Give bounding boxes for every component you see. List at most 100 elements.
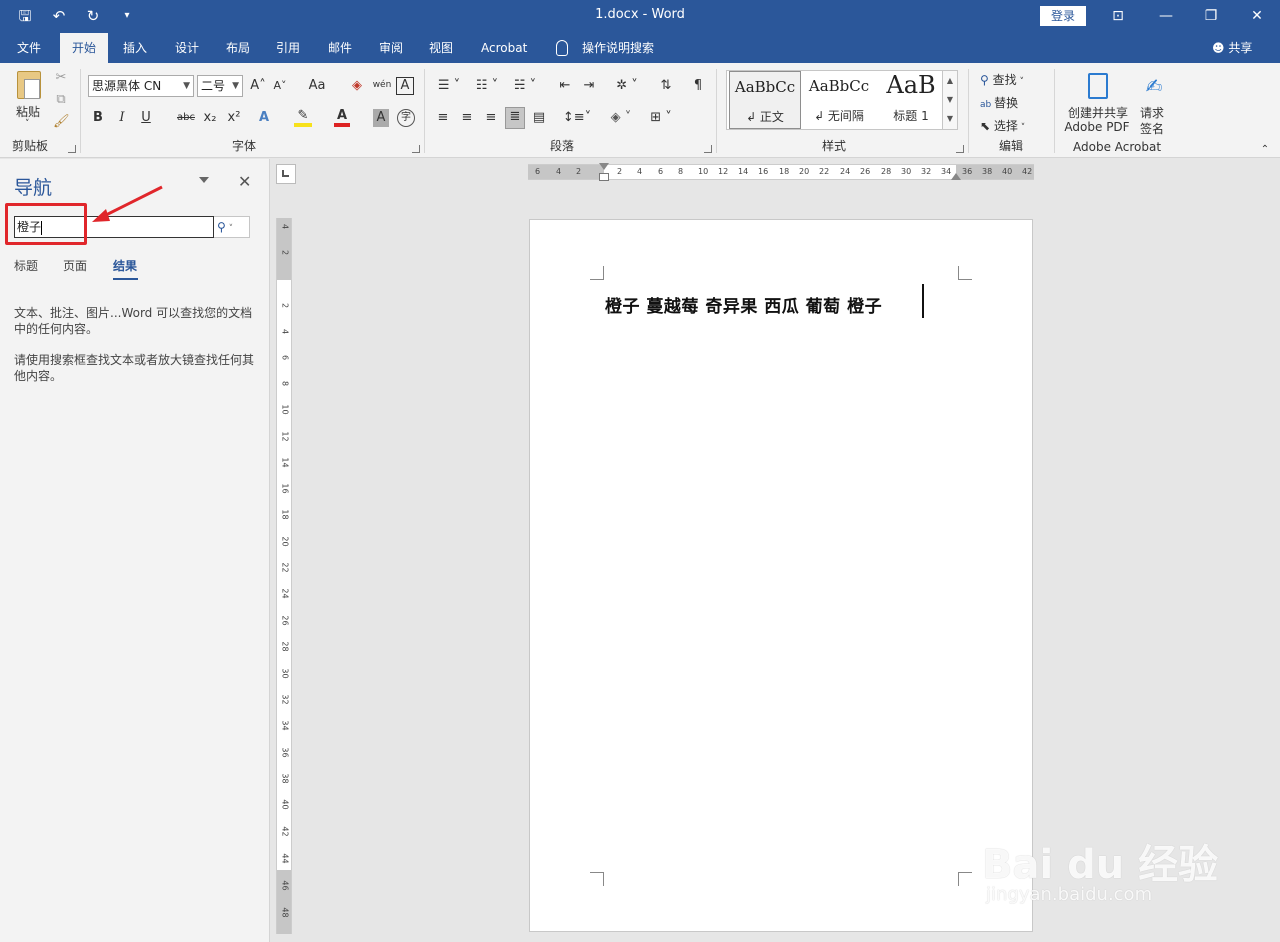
divider xyxy=(716,69,717,153)
styles-dialog-launcher[interactable] xyxy=(956,145,964,153)
tab-view[interactable]: 视图 xyxy=(417,33,465,63)
style-no-spacing[interactable]: AaBbCc ↲ 无间隔 xyxy=(803,71,875,129)
more-styles-icon[interactable]: ▼ xyxy=(943,109,957,128)
borders-icon[interactable]: ⊞ ˅ xyxy=(646,109,676,127)
minimize-button[interactable]: — xyxy=(1146,4,1186,28)
tab-file[interactable]: 文件 xyxy=(5,33,53,63)
tab-review[interactable]: 审阅 xyxy=(367,33,415,63)
left-indent-marker[interactable] xyxy=(599,173,609,181)
horizontal-ruler[interactable]: 6 4 2 2 4 6 8 10 12 14 16 18 20 22 24 26 28 30 32 34 36 38 40 4… xyxy=(528,163,1034,181)
superscript-icon[interactable]: x² xyxy=(226,109,242,127)
ribbon-display-options-icon[interactable]: ⊡ xyxy=(1098,4,1138,28)
document-page[interactable]: 橙子 蔓越莓 奇异果 西瓜 葡萄 橙子 xyxy=(529,219,1033,932)
style-sample: AaB xyxy=(886,71,936,99)
restore-button[interactable]: ❐ xyxy=(1191,4,1231,28)
share-button[interactable]: ☻ 共享 xyxy=(1212,33,1252,63)
bullets-icon[interactable]: ☰ ˅ xyxy=(434,77,464,95)
bold-icon[interactable]: B xyxy=(91,109,105,127)
font-family-select[interactable]: 思源黑体 CN ▼ xyxy=(88,75,194,97)
styles-scroll[interactable]: ▲ ▼ ▼ xyxy=(942,70,958,130)
close-button[interactable]: ✕ xyxy=(1237,4,1277,28)
italic-icon[interactable]: I xyxy=(115,109,129,127)
character-shading-icon[interactable]: A xyxy=(373,109,389,127)
tab-mailings[interactable]: 邮件 xyxy=(316,33,364,63)
numbering-icon[interactable]: ☷ ˅ xyxy=(472,77,502,95)
title-bar: 🖫 ↶ ↻ ▾ 1.docx - Word 登录 ⊡ — ❐ ✕ xyxy=(0,0,1280,33)
grow-font-icon[interactable]: A˄ xyxy=(250,77,266,95)
create-pdf-button[interactable]: 创建并共享 Adobe PDF xyxy=(1062,71,1132,135)
chevron-up-icon[interactable]: ▲ xyxy=(943,71,957,90)
underline-icon[interactable]: U xyxy=(139,109,153,127)
show-formatting-icon[interactable]: ¶ xyxy=(690,77,706,95)
tab-acrobat[interactable]: Acrobat xyxy=(469,33,539,63)
font-color-icon[interactable]: A xyxy=(334,109,350,127)
paragraph-dialog-launcher[interactable] xyxy=(704,145,712,153)
tab-references[interactable]: 引用 xyxy=(264,33,312,63)
find-button[interactable]: ⚲ 查找 ˅ xyxy=(980,71,1024,88)
crop-mark xyxy=(590,872,604,886)
paste-button[interactable]: 粘贴 ˅ xyxy=(10,69,50,135)
style-normal[interactable]: AaBbCc ↲ 正文 xyxy=(729,71,801,129)
close-icon[interactable]: ✕ xyxy=(238,172,251,191)
tab-results[interactable]: 结果 xyxy=(113,257,137,274)
shrink-font-icon[interactable]: A˅ xyxy=(272,77,288,95)
first-line-indent-marker[interactable] xyxy=(599,163,609,170)
ruler-tick-label: 36 xyxy=(962,167,973,176)
style-sample: AaBbCc xyxy=(734,78,796,96)
chevron-down-icon[interactable]: ▼ xyxy=(943,90,957,109)
sort-icon[interactable]: ⇅ xyxy=(658,77,674,95)
align-right-icon[interactable]: ≡ xyxy=(482,109,500,127)
font-size-select[interactable]: 二号 ▼ xyxy=(197,75,243,97)
justify-icon[interactable]: ≣ xyxy=(505,107,525,129)
chinese-layout-icon[interactable]: ✲ ˅ xyxy=(612,77,642,95)
ruler-tick-label: 24 xyxy=(280,588,290,599)
chevron-down-icon: ▼ xyxy=(232,81,239,91)
decrease-indent-icon[interactable]: ⇤ xyxy=(556,77,574,95)
clipboard-dialog-launcher[interactable] xyxy=(68,145,76,153)
chevron-down-icon: ˅ xyxy=(1016,77,1024,87)
highlight-icon[interactable]: ✎ xyxy=(294,109,312,127)
character-border-icon[interactable]: A xyxy=(396,77,414,95)
ruler-tick-label: 32 xyxy=(921,167,932,176)
clear-format-icon[interactable]: ◈ xyxy=(349,77,365,95)
style-heading-1[interactable]: AaB 标题 1 xyxy=(875,71,947,129)
tell-me-search[interactable]: 操作说明搜索 xyxy=(570,33,666,63)
document-text[interactable]: 橙子 蔓越莓 奇异果 西瓜 葡萄 橙子 xyxy=(605,292,882,317)
multilevel-list-icon[interactable]: ☵ ˅ xyxy=(510,77,540,95)
tab-layout[interactable]: 布局 xyxy=(214,33,262,63)
tab-insert[interactable]: 插入 xyxy=(111,33,159,63)
replace-button[interactable]: ab 替换 xyxy=(980,94,1018,111)
strikethrough-icon[interactable]: abc xyxy=(176,109,196,127)
shading-icon[interactable]: ◈ ˅ xyxy=(606,109,636,127)
search-button[interactable]: ⚲ ˅ xyxy=(214,216,250,238)
request-signature-button[interactable]: ✍ 请求 签名 xyxy=(1136,71,1172,136)
align-center-icon[interactable]: ≡ xyxy=(458,109,476,127)
enclose-characters-icon[interactable]: 字 xyxy=(397,109,415,127)
subscript-icon[interactable]: x₂ xyxy=(202,109,218,127)
nav-options-icon[interactable] xyxy=(199,177,209,183)
phonetic-guide-icon[interactable]: wén xyxy=(372,76,392,94)
right-indent-marker[interactable] xyxy=(951,173,961,180)
divider xyxy=(1054,69,1055,153)
collapse-ribbon-icon[interactable]: ⌃ xyxy=(1258,141,1272,159)
increase-indent-icon[interactable]: ⇥ xyxy=(580,77,598,95)
login-button[interactable]: 登录 xyxy=(1040,6,1086,26)
distributed-icon[interactable]: ▤ xyxy=(530,109,548,127)
tab-home[interactable]: 开始 xyxy=(60,33,109,63)
vertical-ruler[interactable]: 4 2 2 4 6 8 10 12 14 16 18 20 22 24 26 28 30 32 34 36 38 40 42… xyxy=(276,218,292,934)
ruler-tick-label: 16 xyxy=(280,483,290,494)
tab-pages[interactable]: 页面 xyxy=(63,257,87,274)
line-spacing-icon[interactable]: ↕≡˅ xyxy=(562,109,592,127)
format-painter-icon[interactable]: 🖌 xyxy=(53,113,70,131)
cut-icon[interactable]: ✂ xyxy=(53,69,69,87)
change-case-icon[interactable]: Aa xyxy=(302,77,332,95)
align-left-icon[interactable]: ≡ xyxy=(434,109,452,127)
tab-selector[interactable] xyxy=(276,164,296,184)
tab-design[interactable]: 设计 xyxy=(163,33,211,63)
select-button[interactable]: ⬉ 选择 ˅ xyxy=(980,117,1025,134)
tab-headings[interactable]: 标题 xyxy=(14,257,38,274)
font-dialog-launcher[interactable] xyxy=(412,145,420,153)
crop-mark xyxy=(958,872,972,886)
text-effects-icon[interactable]: A xyxy=(256,109,272,127)
copy-icon[interactable]: ⧉ xyxy=(53,91,69,109)
